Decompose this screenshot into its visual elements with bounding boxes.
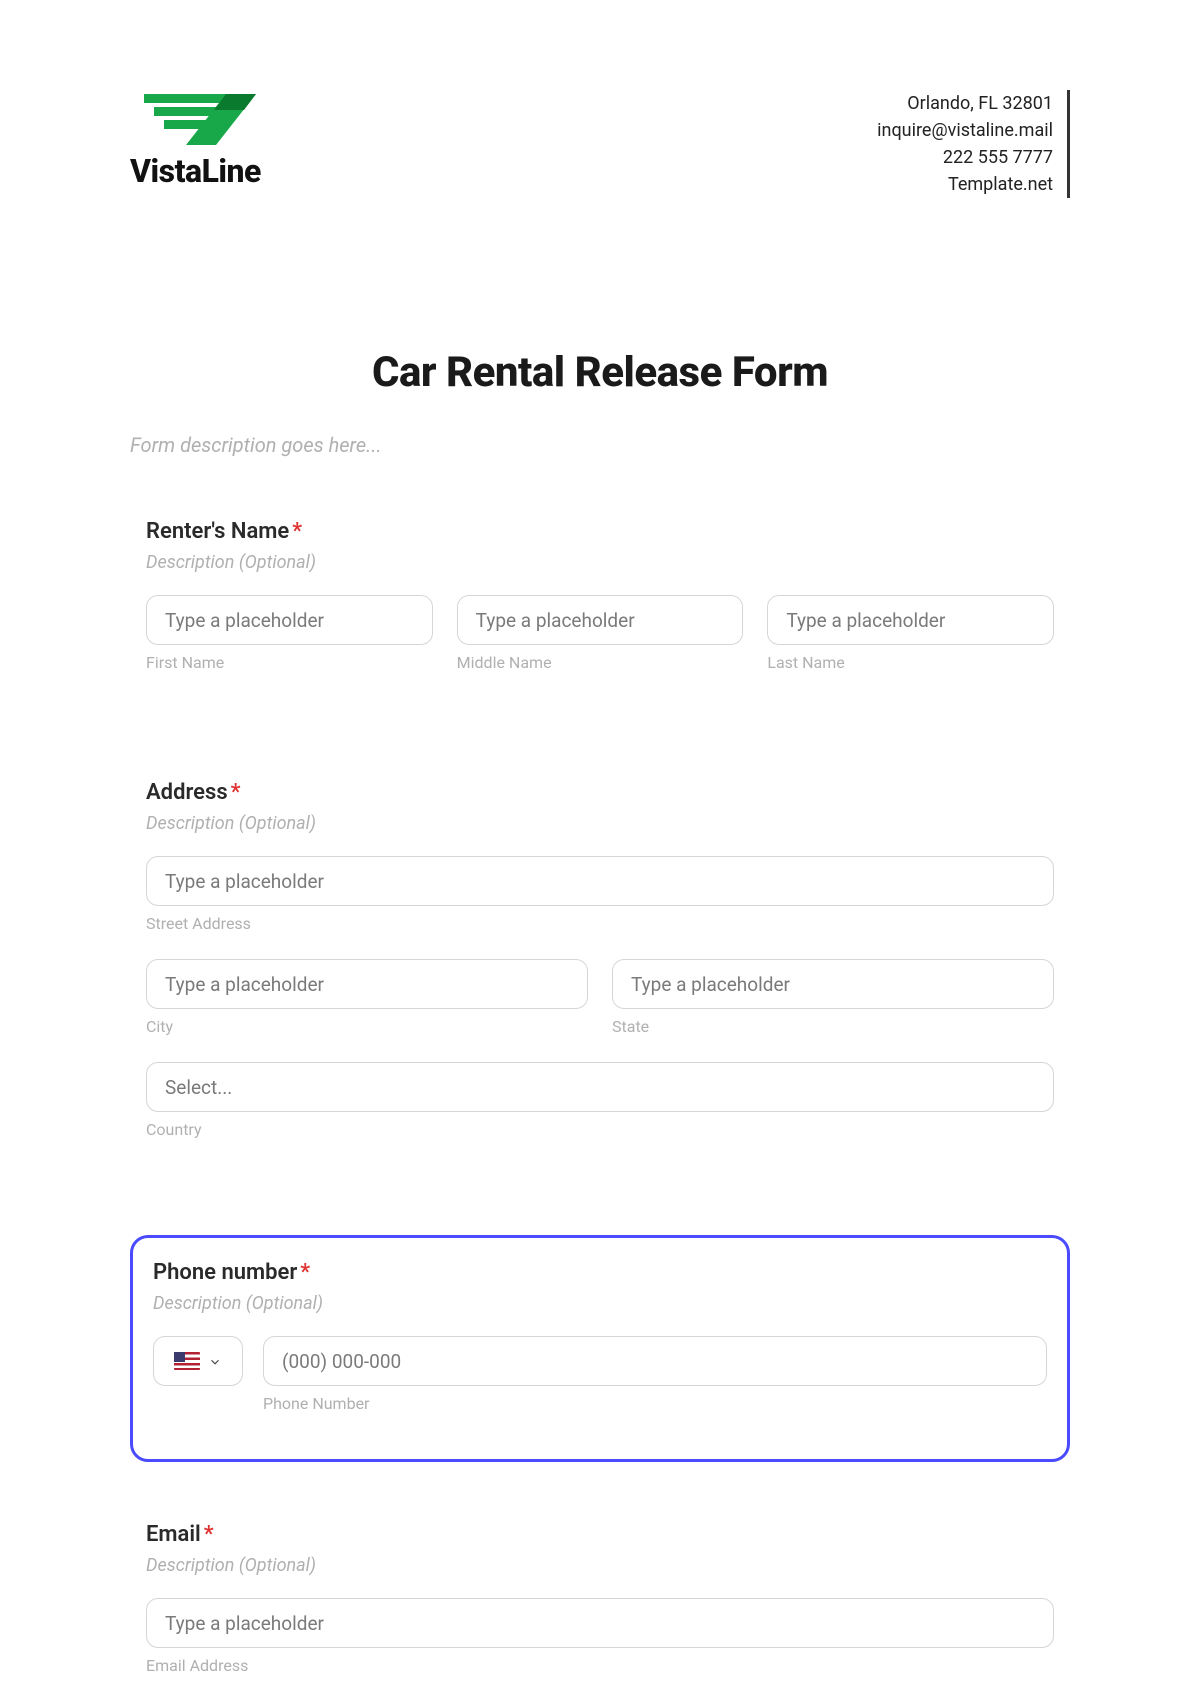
address-label: Address* xyxy=(146,780,1054,805)
contact-address: Orlando, FL 32801 xyxy=(877,90,1053,117)
state-input[interactable] xyxy=(612,959,1054,1009)
city-sublabel: City xyxy=(146,1017,588,1036)
logo-block: VistaLine xyxy=(130,90,261,190)
phone-number-label: Phone number* xyxy=(153,1260,1047,1285)
street-address-input[interactable] xyxy=(146,856,1054,906)
email-input[interactable] xyxy=(146,1598,1054,1648)
middle-name-input[interactable] xyxy=(457,595,744,645)
form-title: Car Rental Release Form xyxy=(130,348,1070,397)
form-description[interactable]: Form description goes here... xyxy=(130,433,1070,457)
address-sublabel[interactable]: Description (Optional) xyxy=(146,813,1054,834)
email-label: Email* xyxy=(146,1522,1054,1547)
renters-name-label: Renter's Name* xyxy=(146,519,1054,544)
country-code-select[interactable] xyxy=(153,1336,243,1386)
middle-name-sublabel: Middle Name xyxy=(457,653,744,672)
phone-number-field-sublabel: Phone Number xyxy=(263,1394,1047,1413)
phone-number-input[interactable] xyxy=(263,1336,1047,1386)
city-input[interactable] xyxy=(146,959,588,1009)
last-name-sublabel: Last Name xyxy=(767,653,1054,672)
section-address: Address* Description (Optional) Street A… xyxy=(130,768,1070,1187)
brand-name: VistaLine xyxy=(130,152,261,190)
vistaline-logo-icon xyxy=(130,90,260,150)
header: VistaLine Orlando, FL 32801 inquire@vist… xyxy=(130,90,1070,198)
first-name-input[interactable] xyxy=(146,595,433,645)
contact-site: Template.net xyxy=(877,171,1053,198)
street-address-sublabel: Street Address xyxy=(146,914,1054,933)
contact-block: Orlando, FL 32801 inquire@vistaline.mail… xyxy=(877,90,1070,198)
flag-us-icon xyxy=(174,1352,200,1370)
section-renters-name: Renter's Name* Description (Optional) Fi… xyxy=(130,507,1070,720)
email-sublabel[interactable]: Description (Optional) xyxy=(146,1555,1054,1576)
section-phone-number[interactable]: Phone number* Description (Optional) Pho… xyxy=(130,1235,1070,1462)
email-field-sublabel: Email Address xyxy=(146,1656,1054,1675)
contact-email: inquire@vistaline.mail xyxy=(877,117,1053,144)
last-name-input[interactable] xyxy=(767,595,1054,645)
required-star: * xyxy=(231,780,241,805)
required-star: * xyxy=(292,519,302,544)
renters-name-sublabel[interactable]: Description (Optional) xyxy=(146,552,1054,573)
state-sublabel: State xyxy=(612,1017,1054,1036)
country-select[interactable] xyxy=(146,1062,1054,1112)
page: VistaLine Orlando, FL 32801 inquire@vist… xyxy=(0,0,1200,1703)
country-sublabel: Country xyxy=(146,1120,1054,1139)
section-email: Email* Description (Optional) Email Addr… xyxy=(130,1510,1070,1703)
first-name-sublabel: First Name xyxy=(146,653,433,672)
required-star: * xyxy=(300,1260,310,1285)
required-star: * xyxy=(204,1522,214,1547)
phone-number-sublabel[interactable]: Description (Optional) xyxy=(153,1293,1047,1314)
chevron-down-icon xyxy=(208,1354,222,1368)
contact-phone: 222 555 7777 xyxy=(877,144,1053,171)
